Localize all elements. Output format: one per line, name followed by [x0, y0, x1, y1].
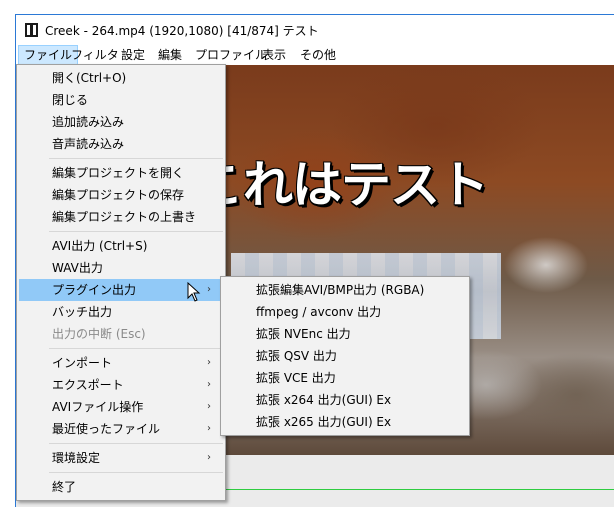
menu-item-avi-file-ops[interactable]: AVIファイル操作 ›	[19, 396, 223, 418]
submenu-arrow-icon: ›	[207, 452, 211, 463]
submenu-item-ffmpeg[interactable]: ffmpeg / avconv 出力	[223, 301, 467, 323]
menu-other[interactable]: その他	[295, 45, 341, 65]
menu-item-append-load[interactable]: 追加読み込み	[19, 111, 223, 133]
menu-item-overwrite-project[interactable]: 編集プロジェクトの上書き	[19, 206, 223, 228]
menu-separator	[49, 443, 223, 444]
title-bar[interactable]: Creek - 264.mp4 (1920,1080) [41/874] テスト	[16, 15, 614, 45]
menu-item-batch-output[interactable]: バッチ出力	[19, 301, 223, 323]
mouse-pointer-icon	[187, 282, 201, 302]
menu-item-avi-output[interactable]: AVI出力 (Ctrl+S)	[19, 235, 223, 257]
menu-item-wav-output[interactable]: WAV出力	[19, 257, 223, 279]
submenu-item-qsv[interactable]: 拡張 QSV 出力	[223, 345, 467, 367]
submenu-arrow-icon: ›	[207, 284, 211, 295]
menu-item-exit[interactable]: 終了	[19, 476, 223, 498]
menu-item-open-project[interactable]: 編集プロジェクトを開く	[19, 162, 223, 184]
submenu-item-vce[interactable]: 拡張 VCE 出力	[223, 367, 467, 389]
menu-item-recent-files[interactable]: 最近使ったファイル ›	[19, 418, 223, 440]
menu-view[interactable]: 表示	[257, 45, 291, 65]
submenu-arrow-icon: ›	[207, 401, 211, 412]
menu-item-label: プラグイン出力	[52, 283, 137, 297]
menu-item-audio-load[interactable]: 音声読み込み	[19, 133, 223, 155]
menu-item-preferences[interactable]: 環境設定 ›	[19, 447, 223, 469]
menu-separator	[49, 158, 223, 159]
submenu-arrow-icon: ›	[207, 423, 211, 434]
window-title: Creek - 264.mp4 (1920,1080) [41/874] テスト	[45, 24, 319, 38]
menu-item-close[interactable]: 閉じる	[19, 89, 223, 111]
menu-separator	[49, 231, 223, 232]
submenu-item-nvenc[interactable]: 拡張 NVEnc 出力	[223, 323, 467, 345]
menu-item-label: 環境設定	[52, 451, 101, 465]
menu-item-label: エクスポート	[52, 378, 124, 392]
submenu-item-x265[interactable]: 拡張 x265 出力(GUI) Ex	[223, 411, 467, 433]
preview-overlay-text: これはテスト	[194, 156, 489, 214]
menu-bar: ファイル フィルタ 設定 編集 プロファイル 表示 その他	[16, 45, 614, 65]
menu-separator	[49, 472, 223, 473]
submenu-item-exedit-avi-bmp[interactable]: 拡張編集AVI/BMP出力 (RGBA)	[223, 279, 467, 301]
submenu-arrow-icon: ›	[207, 379, 211, 390]
menu-item-export[interactable]: エクスポート ›	[19, 374, 223, 396]
menu-item-abort-output: 出力の中断 (Esc)	[52, 327, 146, 341]
menu-item-label: インポート	[52, 356, 113, 370]
menu-item-label: AVIファイル操作	[52, 400, 144, 414]
menu-separator	[49, 348, 223, 349]
plugin-output-submenu: 拡張編集AVI/BMP出力 (RGBA) ffmpeg / avconv 出力 …	[220, 276, 470, 436]
menu-item-label: 最近使ったファイル	[52, 422, 161, 436]
menu-item-open[interactable]: 開く(Ctrl+O)	[19, 67, 223, 89]
menu-edit[interactable]: 編集	[153, 45, 187, 65]
menu-item-import[interactable]: インポート ›	[19, 352, 223, 374]
menu-settings[interactable]: 設定	[116, 45, 150, 65]
submenu-item-x264[interactable]: 拡張 x264 出力(GUI) Ex	[223, 389, 467, 411]
submenu-arrow-icon: ›	[207, 357, 211, 368]
film-icon	[25, 23, 38, 37]
menu-item-save-project[interactable]: 編集プロジェクトの保存	[19, 184, 223, 206]
